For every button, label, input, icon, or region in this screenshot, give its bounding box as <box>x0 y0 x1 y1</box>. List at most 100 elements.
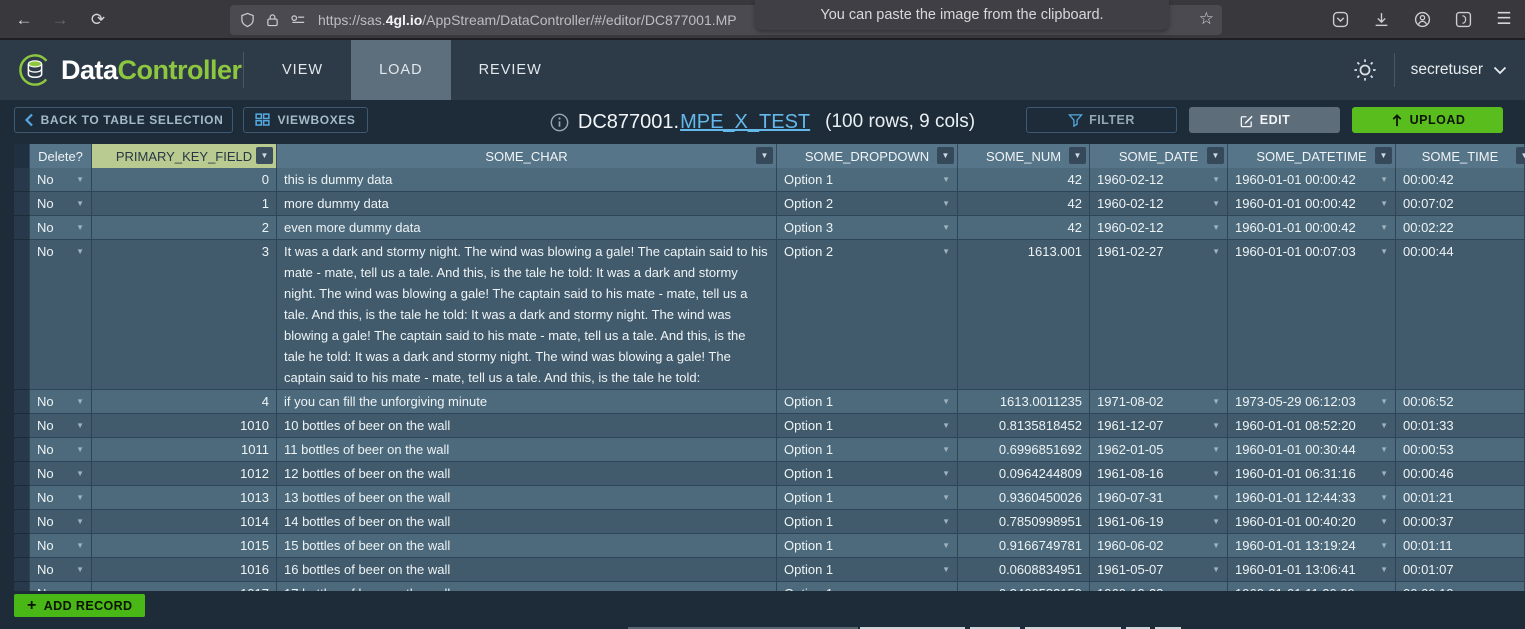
delete-cell[interactable]: No▼ <box>30 240 92 390</box>
add-record-button[interactable]: + ADD RECORD <box>14 594 145 617</box>
row-handle[interactable] <box>14 414 30 438</box>
dropdown-arrow-icon[interactable]: ▼ <box>1376 511 1388 532</box>
row-handle[interactable] <box>14 390 30 414</box>
tab-load[interactable]: LOAD <box>351 40 451 100</box>
dropdown-arrow-icon[interactable]: ▼ <box>938 511 950 532</box>
dropdown-arrow-icon[interactable]: ▼ <box>1208 241 1220 262</box>
some-time-cell[interactable]: 00:01:07 <box>1396 558 1525 582</box>
some-datetime-cell[interactable]: 1960-01-01 00:40:20▼ <box>1228 510 1396 534</box>
some-char-cell[interactable]: 16 bottles of beer on the wall <box>277 558 777 582</box>
column-header-some-dropdown[interactable]: SOME_DROPDOWN▼ <box>777 144 958 168</box>
upload-button[interactable]: UPLOAD <box>1352 107 1503 133</box>
sidebar-icon[interactable] <box>1452 8 1474 30</box>
column-header-some-time[interactable]: SOME_TIME▼ <box>1396 144 1525 168</box>
dropdown-arrow-icon[interactable]: ▼ <box>72 559 84 580</box>
user-menu[interactable]: secretuser <box>1411 61 1507 79</box>
some-char-cell[interactable]: 11 bottles of beer on the wall <box>277 438 777 462</box>
permissions-icon[interactable] <box>290 13 307 27</box>
some-time-cell[interactable]: 00:00:44 <box>1396 240 1525 390</box>
column-header-some-datetime[interactable]: SOME_DATETIME▼ <box>1228 144 1396 168</box>
some-time-cell[interactable]: 00:00:37 <box>1396 510 1525 534</box>
some-datetime-cell[interactable]: 1960-01-01 00:00:42▼ <box>1228 192 1396 216</box>
info-icon[interactable] <box>550 113 569 132</box>
dropdown-arrow-icon[interactable]: ▼ <box>1208 193 1220 214</box>
primary-key-cell[interactable]: 1012 <box>92 462 277 486</box>
dropdown-arrow-icon[interactable]: ▼ <box>72 511 84 532</box>
some-date-cell[interactable]: 1961-05-07▼ <box>1090 558 1228 582</box>
dropdown-arrow-icon[interactable]: ▼ <box>72 217 84 238</box>
some-datetime-cell[interactable]: 1960-01-01 00:07:03▼ <box>1228 240 1396 390</box>
some-char-cell[interactable]: more dummy data <box>277 192 777 216</box>
primary-key-cell[interactable]: 0 <box>92 168 277 192</box>
some-dropdown-cell[interactable]: Option 3▼ <box>777 216 958 240</box>
row-handle[interactable] <box>14 438 30 462</box>
primary-key-cell[interactable]: 1010 <box>92 414 277 438</box>
dropdown-arrow-icon[interactable]: ▼ <box>72 535 84 556</box>
row-handle[interactable] <box>14 486 30 510</box>
filter-button[interactable]: FILTER <box>1026 107 1177 133</box>
row-handle[interactable] <box>14 216 30 240</box>
primary-key-cell[interactable]: 1011 <box>92 438 277 462</box>
some-num-cell[interactable]: 42 <box>958 216 1090 240</box>
menu-icon[interactable]: ☰ <box>1493 8 1515 30</box>
some-datetime-cell[interactable]: 1960-01-01 08:52:20▼ <box>1228 414 1396 438</box>
some-time-cell[interactable]: 00:00:53 <box>1396 438 1525 462</box>
dropdown-arrow-icon[interactable]: ▼ <box>72 241 84 262</box>
dropdown-arrow-icon[interactable]: ▼ <box>1376 169 1388 190</box>
some-num-cell[interactable]: 0.9166749781 <box>958 534 1090 558</box>
some-dropdown-cell[interactable]: Option 1▼ <box>777 390 958 414</box>
dropdown-arrow-icon[interactable]: ▼ <box>938 241 950 262</box>
primary-key-cell[interactable]: 1015 <box>92 534 277 558</box>
some-time-cell[interactable]: 00:07:02 <box>1396 192 1525 216</box>
dropdown-arrow-icon[interactable]: ▼ <box>1208 487 1220 508</box>
some-datetime-cell[interactable]: 1960-01-01 13:06:41▼ <box>1228 558 1396 582</box>
delete-cell[interactable]: No▼ <box>30 462 92 486</box>
some-char-cell[interactable]: 10 bottles of beer on the wall <box>277 414 777 438</box>
dropdown-arrow-icon[interactable]: ▼ <box>1376 193 1388 214</box>
row-handle[interactable] <box>14 510 30 534</box>
column-filter-button[interactable]: ▼ <box>1207 147 1224 164</box>
some-date-cell[interactable]: 1960-02-12▼ <box>1090 192 1228 216</box>
some-date-cell[interactable]: 1961-02-27▼ <box>1090 240 1228 390</box>
some-time-cell[interactable]: 00:00:42 <box>1396 168 1525 192</box>
dropdown-arrow-icon[interactable]: ▼ <box>1376 463 1388 484</box>
viewboxes-button[interactable]: VIEWBOXES <box>243 107 368 133</box>
some-num-cell[interactable]: 42 <box>958 192 1090 216</box>
column-filter-button[interactable]: ▼ <box>1375 147 1392 164</box>
dropdown-arrow-icon[interactable]: ▼ <box>72 415 84 436</box>
dropdown-arrow-icon[interactable]: ▼ <box>1208 439 1220 460</box>
some-num-cell[interactable]: 42 <box>958 168 1090 192</box>
dropdown-arrow-icon[interactable]: ▼ <box>1376 439 1388 460</box>
column-filter-button[interactable]: ▼ <box>256 147 273 164</box>
dropdown-arrow-icon[interactable]: ▼ <box>1208 415 1220 436</box>
lock-icon[interactable] <box>266 12 279 28</box>
dropdown-arrow-icon[interactable]: ▼ <box>72 169 84 190</box>
browser-back-icon[interactable]: ← <box>12 8 36 32</box>
primary-key-cell[interactable]: 4 <box>92 390 277 414</box>
some-char-cell[interactable]: 12 bottles of beer on the wall <box>277 462 777 486</box>
row-handle[interactable] <box>14 462 30 486</box>
dropdown-arrow-icon[interactable]: ▼ <box>1376 241 1388 262</box>
dropdown-arrow-icon[interactable]: ▼ <box>72 193 84 214</box>
dropdown-arrow-icon[interactable]: ▼ <box>72 463 84 484</box>
primary-key-cell[interactable]: 1016 <box>92 558 277 582</box>
browser-reload-icon[interactable]: ⟳ <box>86 8 110 32</box>
dropdown-arrow-icon[interactable]: ▼ <box>1208 217 1220 238</box>
some-char-cell[interactable]: 15 bottles of beer on the wall <box>277 534 777 558</box>
some-num-cell[interactable]: 0.9360450026 <box>958 486 1090 510</box>
some-datetime-cell[interactable]: 1960-01-01 13:19:24▼ <box>1228 534 1396 558</box>
dropdown-arrow-icon[interactable]: ▼ <box>1376 487 1388 508</box>
app-logo[interactable]: DataController <box>18 53 242 87</box>
primary-key-cell[interactable]: 2 <box>92 216 277 240</box>
dropdown-arrow-icon[interactable]: ▼ <box>1376 217 1388 238</box>
pocket-icon[interactable] <box>1329 8 1351 30</box>
dropdown-arrow-icon[interactable]: ▼ <box>938 487 950 508</box>
some-date-cell[interactable]: 1960-02-12▼ <box>1090 168 1228 192</box>
column-header-delete-[interactable]: Delete? <box>30 144 92 168</box>
some-dropdown-cell[interactable]: Option 2▼ <box>777 240 958 390</box>
some-dropdown-cell[interactable]: Option 1▼ <box>777 486 958 510</box>
primary-key-cell[interactable]: 1014 <box>92 510 277 534</box>
dropdown-arrow-icon[interactable]: ▼ <box>1208 559 1220 580</box>
dropdown-arrow-icon[interactable]: ▼ <box>1376 415 1388 436</box>
some-date-cell[interactable]: 1961-06-19▼ <box>1090 510 1228 534</box>
